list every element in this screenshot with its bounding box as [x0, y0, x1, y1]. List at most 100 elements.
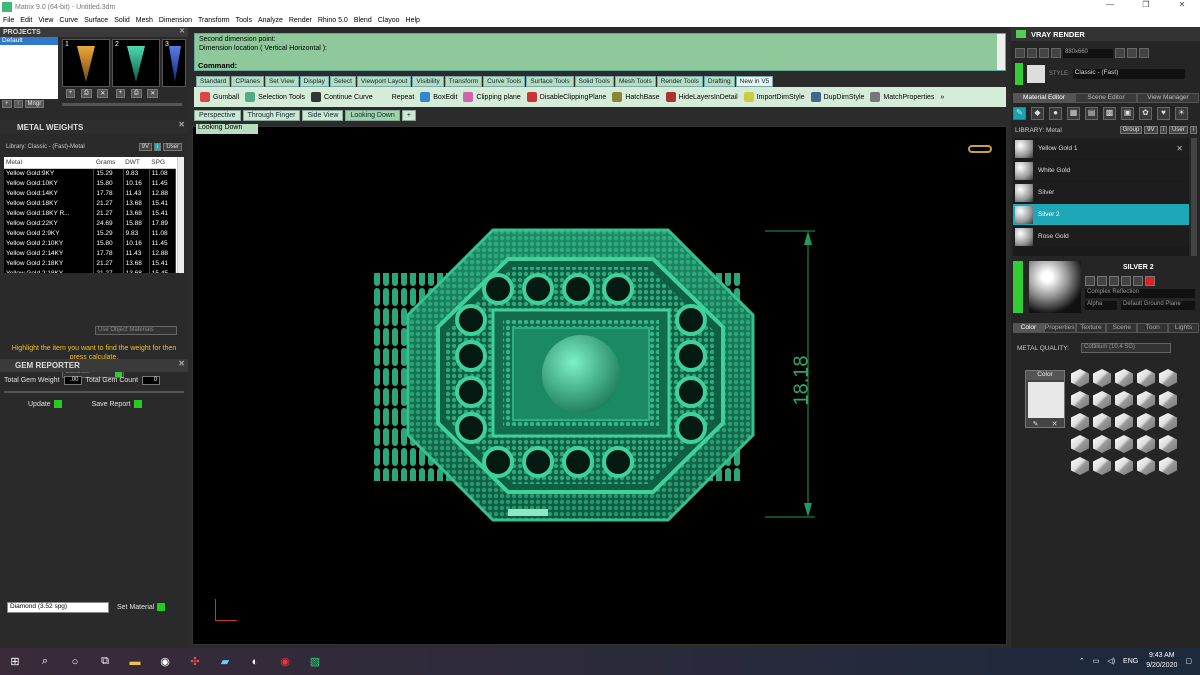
- use-object-materials-field[interactable]: Use Object Materials: [95, 326, 177, 335]
- style-dropdown[interactable]: Classic - (Fast): [1072, 69, 1185, 79]
- thumb-add-button[interactable]: +: [65, 89, 76, 98]
- tool-clipping-plane[interactable]: Clipping plane: [463, 92, 521, 102]
- tab-mesh-tools[interactable]: Mesh Tools: [614, 76, 656, 87]
- command-scrollbar[interactable]: [997, 34, 1005, 70]
- property-tab-color[interactable]: Color: [1013, 323, 1044, 333]
- render-button-icon[interactable]: [1015, 48, 1025, 58]
- cube-swatch[interactable]: [1093, 457, 1111, 475]
- property-tab-properties[interactable]: Properties: [1043, 323, 1076, 333]
- cube-swatch[interactable]: [1159, 391, 1177, 409]
- library-filter-button[interactable]: i: [1159, 126, 1167, 134]
- copy-icon[interactable]: [1109, 276, 1119, 286]
- menu-help[interactable]: Help: [406, 17, 420, 24]
- info-button[interactable]: i: [153, 143, 162, 151]
- cube-swatch[interactable]: [1071, 413, 1089, 431]
- menu-surface[interactable]: Surface: [84, 17, 108, 24]
- menu-rhino-5-0[interactable]: Rhino 5.0: [318, 17, 348, 24]
- project-list[interactable]: Default: [0, 37, 58, 99]
- cube-swatch[interactable]: [1093, 369, 1111, 387]
- gem-slider[interactable]: [4, 391, 184, 393]
- material-list[interactable]: Yellow Gold 1 ✕ White Gold Silver Silver 2 Ro…: [1013, 138, 1189, 256]
- tab-surface-tools[interactable]: Surface Tools: [526, 76, 574, 87]
- material-item-white-gold[interactable]: White Gold: [1013, 160, 1189, 181]
- menu-file[interactable]: File: [3, 17, 14, 24]
- tool-matchproperties[interactable]: MatchProperties: [870, 92, 934, 102]
- library-filter-button[interactable]: i: [1189, 126, 1197, 134]
- close-icon[interactable]: ✕: [1176, 144, 1183, 153]
- vray-tab-view-manager[interactable]: View Manager: [1137, 93, 1199, 103]
- close-button[interactable]: ✕: [1164, 0, 1200, 9]
- metal-table[interactable]: Metal Grams DWT SPG Yellow Gold:9KY 15.29 9.83…: [4, 157, 184, 273]
- cube-swatch[interactable]: [1071, 435, 1089, 453]
- cortana-icon[interactable]: ○: [60, 648, 90, 675]
- cube-swatch[interactable]: [1071, 457, 1089, 475]
- material-item-silver[interactable]: Silver: [1013, 182, 1189, 203]
- add-project-button[interactable]: +: [2, 100, 12, 108]
- notification-icon[interactable]: ▢: [1185, 657, 1192, 665]
- clock[interactable]: 9:43 AM 9/20/2020: [1146, 651, 1177, 671]
- reset-icon[interactable]: [1145, 276, 1155, 286]
- menu-edit[interactable]: Edit: [20, 17, 32, 24]
- gem-icon[interactable]: ◆: [1031, 107, 1044, 120]
- maximize-button[interactable]: ❐: [1128, 0, 1164, 9]
- tab-render-tools[interactable]: Render Tools: [656, 76, 703, 87]
- close-icon[interactable]: ✕: [179, 27, 185, 35]
- table-row[interactable]: Yellow Gold:9KY 15.29 9.83 11.08: [4, 168, 177, 178]
- close-icon[interactable]: ✕: [178, 359, 185, 368]
- tab-viewport-layout[interactable]: Viewport Layout: [356, 76, 412, 87]
- manager-button[interactable]: Mngr: [24, 100, 45, 108]
- alpha-field[interactable]: Alpha: [1085, 301, 1117, 310]
- cube-swatch[interactable]: [1137, 369, 1155, 387]
- project-item-default[interactable]: Default: [0, 37, 58, 45]
- tool-dupdimstyle[interactable]: DupDimStyle: [810, 92, 864, 102]
- cube-swatch[interactable]: [1159, 457, 1177, 475]
- cube-swatch[interactable]: [1071, 369, 1089, 387]
- tool-disableclippingplane[interactable]: DisableClippingPlane: [526, 92, 606, 102]
- resolution-field[interactable]: 880x660: [1063, 48, 1113, 58]
- cube-swatch[interactable]: [1137, 457, 1155, 475]
- table-row[interactable]: Yellow Gold 2:18KY... 21.27 13.68 15.45: [4, 268, 177, 273]
- style-expand-icon[interactable]: [1015, 63, 1023, 85]
- lock-icon[interactable]: [1097, 276, 1107, 286]
- render-settings-icon[interactable]: [1039, 48, 1049, 58]
- up-project-button[interactable]: ↑: [13, 100, 23, 108]
- set-material-button[interactable]: Set Material: [117, 603, 166, 611]
- app-icon-4[interactable]: ◐: [240, 648, 270, 675]
- camera-icon[interactable]: [1051, 48, 1061, 58]
- command-prompt[interactable]: Command:: [198, 61, 237, 70]
- table-row[interactable]: Yellow Gold 2:10KY 15.80 10.16 11.45: [4, 238, 177, 248]
- close-icon[interactable]: ✕: [178, 120, 185, 129]
- table-row[interactable]: Yellow Gold:22KY 24.69 15.88 17.89: [4, 218, 177, 228]
- save-icon[interactable]: [1127, 48, 1137, 58]
- table-scrollbar[interactable]: [177, 157, 184, 273]
- edit-icon[interactable]: [1133, 276, 1143, 286]
- cube-swatch[interactable]: [1159, 413, 1177, 431]
- cube-swatch[interactable]: [1137, 391, 1155, 409]
- cube-swatch[interactable]: [1115, 391, 1133, 409]
- tool-selection-tools[interactable]: Selection Tools: [245, 92, 305, 102]
- pattern-icon[interactable]: ▩: [1103, 107, 1116, 120]
- library-filter-button[interactable]: User: [1168, 126, 1188, 134]
- cube-swatch[interactable]: [1159, 369, 1177, 387]
- paste-icon[interactable]: [1121, 276, 1131, 286]
- chrome-icon[interactable]: ◉: [270, 648, 300, 675]
- filter-9v-button[interactable]: 9V: [138, 143, 152, 151]
- thumb-add-button[interactable]: +: [115, 89, 126, 98]
- matrix-icon[interactable]: ▧: [300, 648, 330, 675]
- grid-icon[interactable]: [1139, 48, 1149, 58]
- cube-swatch[interactable]: [1115, 369, 1133, 387]
- property-tab-scene[interactable]: Scene: [1106, 323, 1138, 333]
- network-icon[interactable]: ▭: [1093, 657, 1100, 665]
- thumb-save-button[interactable]: ⎙: [130, 89, 142, 98]
- material-item-rose-gold[interactable]: Rose Gold: [1013, 226, 1189, 247]
- shape-icon[interactable]: ▣: [1121, 107, 1134, 120]
- grid-icon[interactable]: ▤: [1085, 107, 1098, 120]
- project-thumb-3[interactable]: 3: [162, 39, 186, 87]
- tool-continue-curve[interactable]: Continue Curve: [311, 92, 373, 102]
- file-explorer-icon[interactable]: ▬: [120, 648, 150, 675]
- reflection-dropdown[interactable]: Complex Reflection: [1085, 289, 1195, 298]
- menu-mesh[interactable]: Mesh: [136, 17, 153, 24]
- user-button[interactable]: User: [163, 143, 182, 151]
- language-indicator[interactable]: ENG: [1123, 658, 1138, 665]
- table-row[interactable]: Yellow Gold:10KY 15.80 10.16 11.45: [4, 178, 177, 188]
